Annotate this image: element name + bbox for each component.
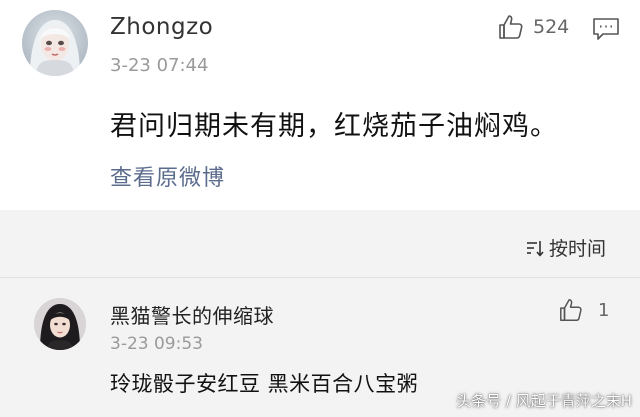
timestamp: 3-23 07:44 [110, 55, 209, 76]
reply-button[interactable] [592, 16, 620, 42]
sort-by-time-button[interactable]: 按时间 [524, 234, 606, 261]
view-original-link[interactable]: 查看原微博 [110, 160, 225, 192]
like-button[interactable]: 524 [497, 12, 569, 42]
sort-icon [526, 240, 544, 256]
divider [0, 277, 640, 278]
watermark: 头条号 / 风起于青萍之末H [456, 392, 632, 410]
replies-section: 按时间 黑猫警长的伸缩球 3-23 09:53 1 玲珑骰子安红豆 黑米百合八宝… [0, 210, 640, 417]
avatar[interactable] [22, 10, 88, 76]
comment-text: 君问归期未有期，红烧茄子油焖鸡。 [110, 111, 558, 142]
like-count: 524 [533, 16, 570, 38]
reply-text: 玲珑骰子安红豆 黑米百合八宝粥 [110, 372, 419, 396]
comment-bubble-icon [593, 18, 619, 40]
comment-card: Zhongzo 3-23 07:44 524 君问归期未有期，红烧茄子油焖鸡。 … [0, 0, 640, 417]
reply-username[interactable]: 黑猫警长的伸缩球 [110, 300, 274, 329]
avatar-image [34, 298, 86, 350]
reply-avatar[interactable] [34, 298, 86, 350]
sort-label: 按时间 [548, 238, 606, 260]
thumbs-up-icon [560, 299, 582, 321]
avatar-image [22, 10, 88, 76]
reply-like-count: 1 [598, 299, 610, 321]
thumbs-up-icon [499, 15, 523, 39]
main-comment: Zhongzo 3-23 07:44 524 君问归期未有期，红烧茄子油焖鸡。 … [0, 0, 640, 210]
reply-timestamp: 3-23 09:53 [110, 334, 203, 354]
reply-like-button[interactable]: 1 [558, 296, 609, 324]
username[interactable]: Zhongzo [110, 14, 213, 40]
